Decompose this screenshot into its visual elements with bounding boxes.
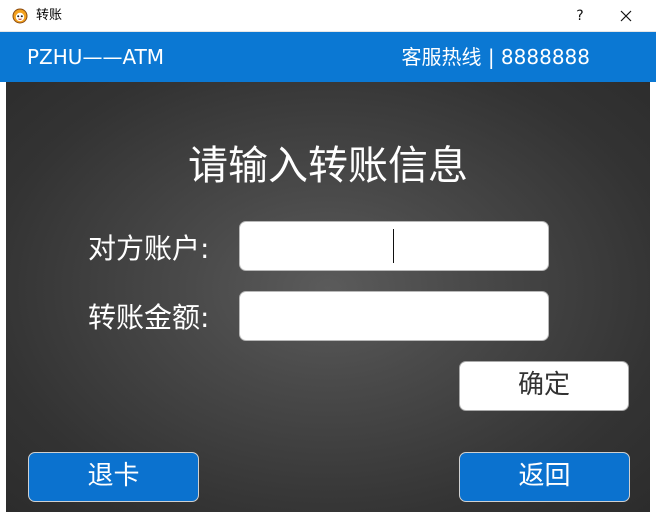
account-label: 对方账户: [88, 232, 210, 265]
close-icon [620, 10, 632, 22]
help-button[interactable]: ? [562, 0, 598, 32]
amount-input[interactable] [239, 291, 549, 341]
hotline-label: 客服热线 | 8888888 [401, 45, 590, 69]
app-header: PZHU——ATM 客服热线 | 8888888 [0, 32, 656, 82]
transfer-panel: 请输入转账信息 对方账户: 转账金额: 确定 退卡 返回 [6, 82, 650, 512]
account-input[interactable] [239, 221, 549, 271]
window-titlebar: 转账 ? [0, 0, 656, 32]
exit-card-button[interactable]: 退卡 [28, 452, 199, 502]
back-button[interactable]: 返回 [459, 452, 630, 502]
amount-label: 转账金额: [88, 301, 210, 334]
page-title: 请输入转账信息 [188, 143, 468, 189]
brand-label: PZHU——ATM [27, 45, 165, 69]
window-title: 转账 [36, 8, 63, 23]
app-logo-icon [12, 8, 28, 24]
text-caret [393, 229, 394, 263]
close-button[interactable] [606, 0, 646, 32]
confirm-button[interactable]: 确定 [459, 361, 629, 411]
